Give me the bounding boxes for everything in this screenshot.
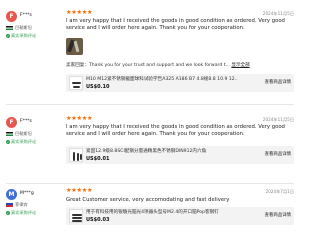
verified-purchase-badge: ✓ 真实采购评论	[6, 210, 36, 216]
product-info: 用于有科技用的银驗光脑光4项器头型号M2.4的开口脑Pop客钢钉 US$0.03…	[66, 207, 294, 225]
verified-purchase-badge: ✓ 真实采购评论	[6, 33, 36, 39]
star-rating: ★★★★★	[66, 9, 93, 16]
avatar: M	[6, 189, 17, 200]
review-text: Great Customer service, very accomodatin…	[66, 197, 230, 203]
check-icon: ✓	[6, 211, 10, 215]
reviewer-name: F***s	[20, 13, 32, 18]
review-card: M M***g 菲律宾 ✓ 真实采购评论 ★★★★★ 2024年7月1日 Grea…	[0, 184, 300, 245]
check-icon: ✓	[6, 34, 10, 38]
reviewer-name: M***g	[20, 191, 34, 196]
verified-label: 真实采购评论	[11, 210, 37, 215]
review-photo[interactable]	[66, 38, 83, 55]
product-price: US$0.03	[86, 216, 110, 223]
country-flag-icon	[6, 26, 13, 30]
verified-purchase-badge: ✓ 真实采购评论	[6, 139, 36, 145]
review-date: 2024年11月5日	[262, 11, 294, 16]
product-price: US$0.01	[86, 155, 110, 162]
avatar: F	[6, 117, 17, 128]
product-image[interactable]	[69, 209, 83, 223]
reviewer-country: 菲律宾	[15, 202, 28, 207]
review-card: F F***s 巴勒斯坦 ✓ 真实采购评论 ★★★★★ 2024年11月5日 I …	[0, 0, 300, 106]
review-date: 2024年11月5日	[262, 117, 294, 122]
show-all-link[interactable]: 显示全部	[231, 63, 249, 68]
view-product-details-link[interactable]: 查看商品详情	[265, 151, 291, 157]
product-name[interactable]: M10 M12紧不锈钢截面球科试验学告A325 A186 B7 4.8规8.8 …	[86, 76, 238, 82]
product-price: US$0.10	[86, 83, 110, 90]
product-info: 紧固12.9级8.8SCI配钢分量通精黑色不锈钢DIN912内六角 US$0.0…	[66, 146, 294, 164]
check-icon: ✓	[6, 140, 10, 144]
product-name[interactable]: 紧固12.9级8.8SCI配钢分量通精黑色不锈钢DIN912内六角	[86, 148, 238, 154]
country-flag-icon	[6, 203, 13, 207]
review-text: I am very happy that I received the good…	[66, 18, 285, 31]
star-rating: ★★★★★	[66, 187, 93, 194]
seller-reply: 卖家回复：Thank you for your trust and suppor…	[66, 62, 294, 68]
product-info: M10 M12紧不锈钢截面球科试验学告A325 A186 B7 4.8规8.8 …	[66, 74, 294, 92]
avatar: F	[6, 11, 17, 22]
product-image[interactable]	[69, 148, 83, 162]
verified-label: 真实采购评论	[11, 139, 37, 144]
star-rating: ★★★★★	[66, 115, 93, 122]
view-product-details-link[interactable]: 查看商品详情	[265, 212, 291, 218]
country-flag-icon	[6, 132, 13, 136]
reviewer-name: F***s	[20, 119, 32, 124]
product-name[interactable]: 用于有科技用的银驗光脑光4项器头型号M2.4的开口脑Pop客钢钉	[86, 209, 238, 215]
reviewer-country: 巴勒斯坦	[15, 25, 32, 30]
divider	[6, 104, 294, 105]
review-date: 2024年7月1日	[265, 189, 294, 194]
review-text: I am very happy that I received the good…	[66, 124, 285, 137]
view-product-details-link[interactable]: 查看商品详情	[265, 79, 291, 85]
product-image[interactable]	[69, 76, 83, 90]
reviewer-country: 巴勒斯坦	[15, 131, 32, 136]
review-card: F F***s 巴勒斯坦 ✓ 真实采购评论 ★★★★★ 2024年11月5日 I …	[0, 106, 300, 182]
verified-label: 真实采购评论	[11, 33, 37, 38]
seller-reply-text: 卖家回复：Thank you for your trust and suppor…	[66, 63, 230, 68]
